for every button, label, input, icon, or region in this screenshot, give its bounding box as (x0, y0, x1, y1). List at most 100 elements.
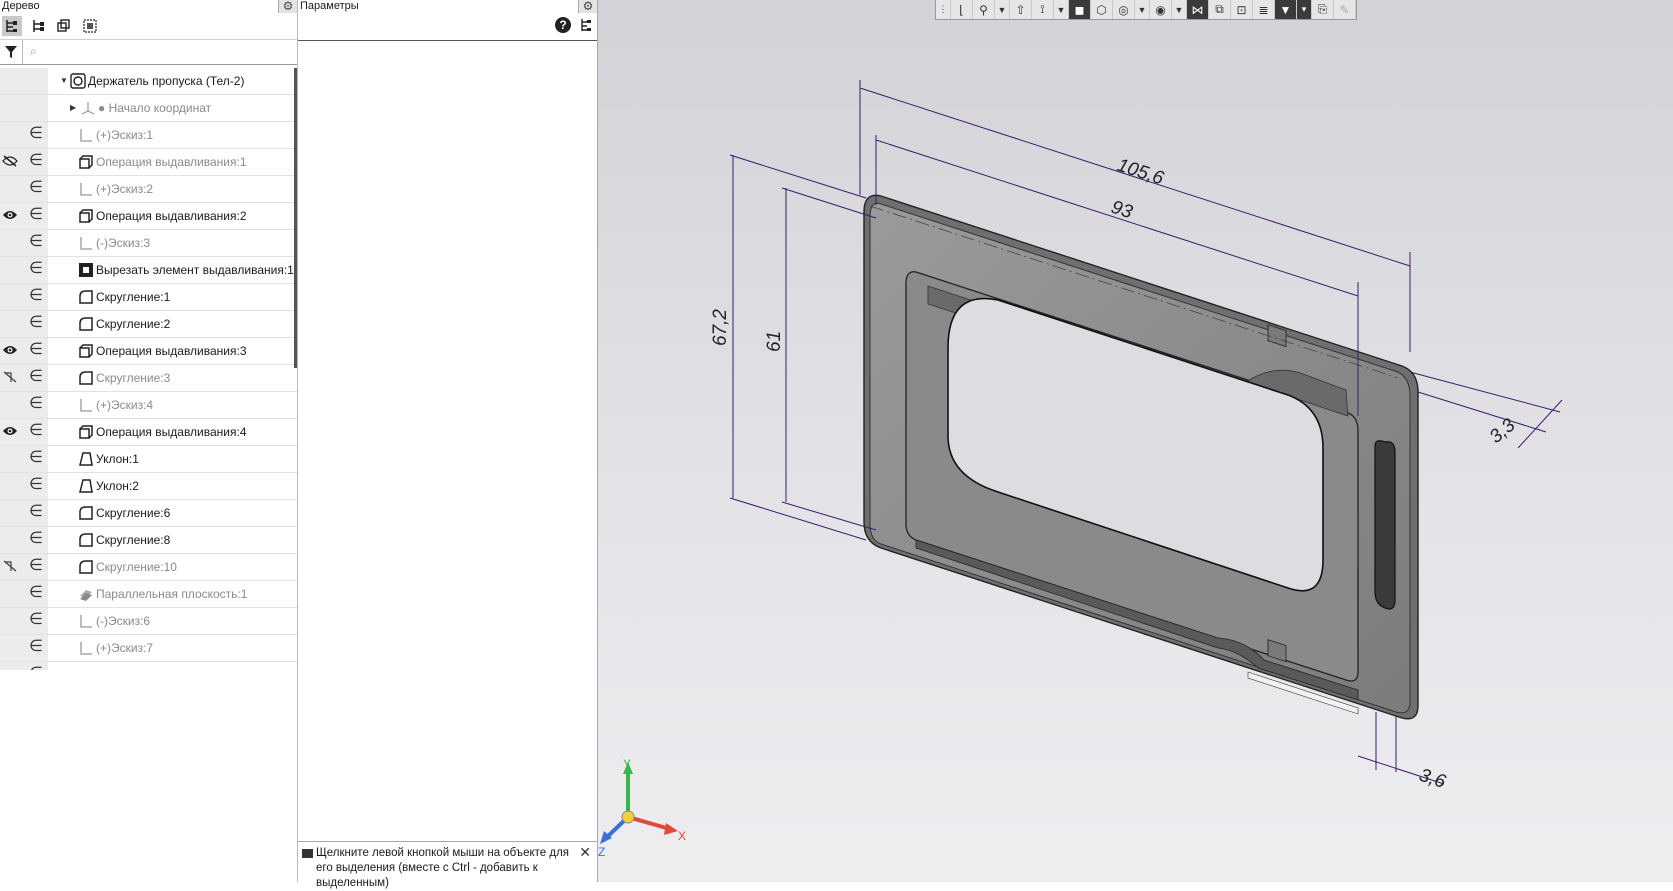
include-in-calc-icon[interactable]: ∈ (29, 503, 43, 521)
tree-tab-build-tree-icon[interactable] (2, 16, 22, 36)
part-icon (70, 73, 86, 89)
tree-item[interactable]: ∈ Кинематическая операция:3 (0, 662, 297, 670)
tree-item-label: Кинематическая операция:3 (96, 668, 254, 670)
badge-holder-body[interactable] (863, 194, 1419, 720)
eye-icon[interactable] (2, 209, 18, 223)
tree-item[interactable]: ∈ Скругление:2 (0, 311, 297, 338)
params-tree-icon[interactable] (579, 17, 593, 36)
dim-overall-height[interactable]: 67,2 (710, 309, 731, 346)
filter-icon[interactable] (0, 40, 23, 64)
expand-arrow-icon[interactable]: ▶ (70, 103, 76, 112)
tree-item[interactable]: ∈ (+)Эскиз:7 (0, 635, 297, 662)
suppressed-icon[interactable] (2, 371, 18, 385)
include-in-calc-icon[interactable]: ∈ (29, 233, 43, 251)
include-in-calc-icon[interactable]: ∈ (29, 260, 43, 278)
eye-hidden-icon[interactable] (2, 155, 18, 169)
tree-item[interactable]: ∈ Скругление:8 (0, 527, 297, 554)
params-title: Параметры (300, 0, 359, 12)
tree-item[interactable]: ∈ Операция выдавливания:1 (0, 149, 297, 176)
params-settings-gear-icon[interactable]: ⚙ (578, 0, 597, 13)
dim-inner-height[interactable]: 61 (764, 331, 785, 352)
tree-item-label: Уклон:1 (96, 452, 139, 466)
tree-item[interactable]: ∈ Скругление:6 (0, 500, 297, 527)
tree-item[interactable]: ▶ ● Начало координат (0, 95, 297, 122)
tree-view-tabs (0, 13, 297, 40)
plane-icon (78, 586, 94, 602)
include-in-calc-icon[interactable]: ∈ (29, 287, 43, 305)
params-header: Параметры ⚙ (298, 0, 597, 13)
tree-item[interactable]: ∈ Параллельная плоскость:1 (0, 581, 297, 608)
tree-title: Дерево (2, 0, 40, 12)
eye-icon[interactable] (2, 425, 18, 439)
tree-tab-bodies-icon[interactable] (80, 16, 100, 36)
tree-item-label: Скругление:2 (96, 317, 171, 331)
tree-item[interactable]: ∈ Скругление:1 (0, 284, 297, 311)
include-in-calc-icon[interactable]: ∈ (29, 611, 43, 629)
params-panel: Параметры ⚙ ? Щелкните левой кнопкой мыш… (298, 0, 598, 889)
include-in-calc-icon[interactable]: ∈ (29, 179, 43, 197)
dim-thickness-b[interactable]: 3,3 (1486, 414, 1520, 447)
eye-icon[interactable] (2, 668, 18, 670)
include-in-calc-icon[interactable]: ∈ (29, 422, 43, 440)
include-in-calc-icon[interactable]: ∈ (29, 584, 43, 602)
tree-item-label: (+)Эскиз:4 (96, 398, 154, 412)
tree-item[interactable]: ∈ (-)Эскиз:3 (0, 230, 297, 257)
tree-item-label: (-)Эскиз:3 (96, 236, 151, 250)
help-icon[interactable]: ? (555, 17, 571, 33)
tree-item-label: Операция выдавливания:1 (96, 155, 247, 169)
3d-viewport[interactable]: ⋮ ⌊ ⚲ ▼ ⇧ ⟟ ▼ ◼ ⬡ ◎ ▼ ◉ ▼ ⋈ ⧉ ⊡ ≣ ▼ ▾ ⎘ … (598, 0, 1673, 882)
include-in-calc-icon[interactable]: ∈ (29, 557, 43, 575)
tree-item-label: Скругление:8 (96, 533, 171, 547)
tree-item[interactable]: ∈ Скругление:10 (0, 554, 297, 581)
include-in-calc-icon[interactable]: ∈ (29, 125, 43, 143)
tree-tab-structure-icon[interactable] (28, 16, 48, 36)
include-in-calc-icon[interactable]: ∈ (29, 314, 43, 332)
tree-item-label: Держатель пропуска (Тел-2) (88, 74, 245, 88)
tree-item[interactable]: ∈ (+)Эскиз:4 (0, 392, 297, 419)
tree-tab-layers-icon[interactable] (54, 16, 74, 36)
dim-inner-length[interactable]: 93 (1108, 197, 1135, 224)
tree-item[interactable]: ∈ (+)Эскиз:1 (0, 122, 297, 149)
tree-item[interactable]: ∈ Уклон:1 (0, 446, 297, 473)
suppressed-icon[interactable] (2, 560, 18, 574)
tree-item[interactable]: ∈ (-)Эскиз:6 (0, 608, 297, 635)
dim-overall-length[interactable]: 105,6 (1114, 155, 1166, 190)
extrude-icon (78, 343, 94, 359)
include-in-calc-icon[interactable]: ∈ (29, 449, 43, 467)
include-in-calc-icon[interactable]: ∈ (29, 530, 43, 548)
tree-item[interactable]: ∈ Операция выдавливания:4 (0, 419, 297, 446)
include-in-calc-icon[interactable]: ∈ (29, 665, 43, 670)
include-in-calc-icon[interactable]: ∈ (29, 638, 43, 656)
tree-scrollbar[interactable] (294, 68, 297, 368)
include-in-calc-icon[interactable]: ∈ (29, 368, 43, 386)
tree-item[interactable]: ∈ Скругление:3 (0, 365, 297, 392)
collapse-arrow-icon[interactable]: ▼ (60, 76, 68, 85)
include-in-calc-icon[interactable]: ∈ (29, 152, 43, 170)
eye-icon[interactable] (2, 344, 18, 358)
tree-item-label: (+)Эскиз:2 (96, 182, 154, 196)
tree-item[interactable]: ∈ (+)Эскиз:2 (0, 176, 297, 203)
part-model[interactable]: 105,6 93 67,2 61 3,3 3,6 Y X Z (598, 0, 1673, 882)
tree-item[interactable]: ∈ Операция выдавливания:2 (0, 203, 297, 230)
z-axis-label: Z (598, 845, 605, 859)
include-in-calc-icon[interactable]: ∈ (29, 341, 43, 359)
tree-item[interactable]: ∈ Уклон:2 (0, 473, 297, 500)
include-in-calc-icon[interactable]: ∈ (29, 476, 43, 494)
sketch-icon (78, 397, 94, 413)
tree-item[interactable]: ∈ Вырезать элемент выдавливания:1 (0, 257, 297, 284)
status-message-text: Щелкните левой кнопкой мыши на объекте д… (316, 847, 569, 889)
cut-extrude-icon (78, 262, 94, 278)
tree-item[interactable]: ▼ Держатель пропуска (Тел-2) (0, 68, 297, 95)
tree-search-input[interactable] (23, 40, 297, 64)
close-message-icon[interactable]: ✕ (579, 844, 591, 861)
include-in-calc-icon[interactable]: ∈ (29, 206, 43, 224)
tree-item-gutter (0, 95, 48, 121)
fillet-icon (78, 559, 94, 575)
include-in-calc-icon[interactable]: ∈ (29, 395, 43, 413)
tree-settings-gear-icon[interactable]: ⚙ (278, 0, 297, 13)
sketch-icon (78, 127, 94, 143)
dim-thickness-a[interactable]: 3,6 (1416, 765, 1448, 793)
tree-item-gutter (0, 68, 48, 94)
tree-item[interactable]: ∈ Операция выдавливания:3 (0, 338, 297, 365)
extrude-icon (78, 424, 94, 440)
